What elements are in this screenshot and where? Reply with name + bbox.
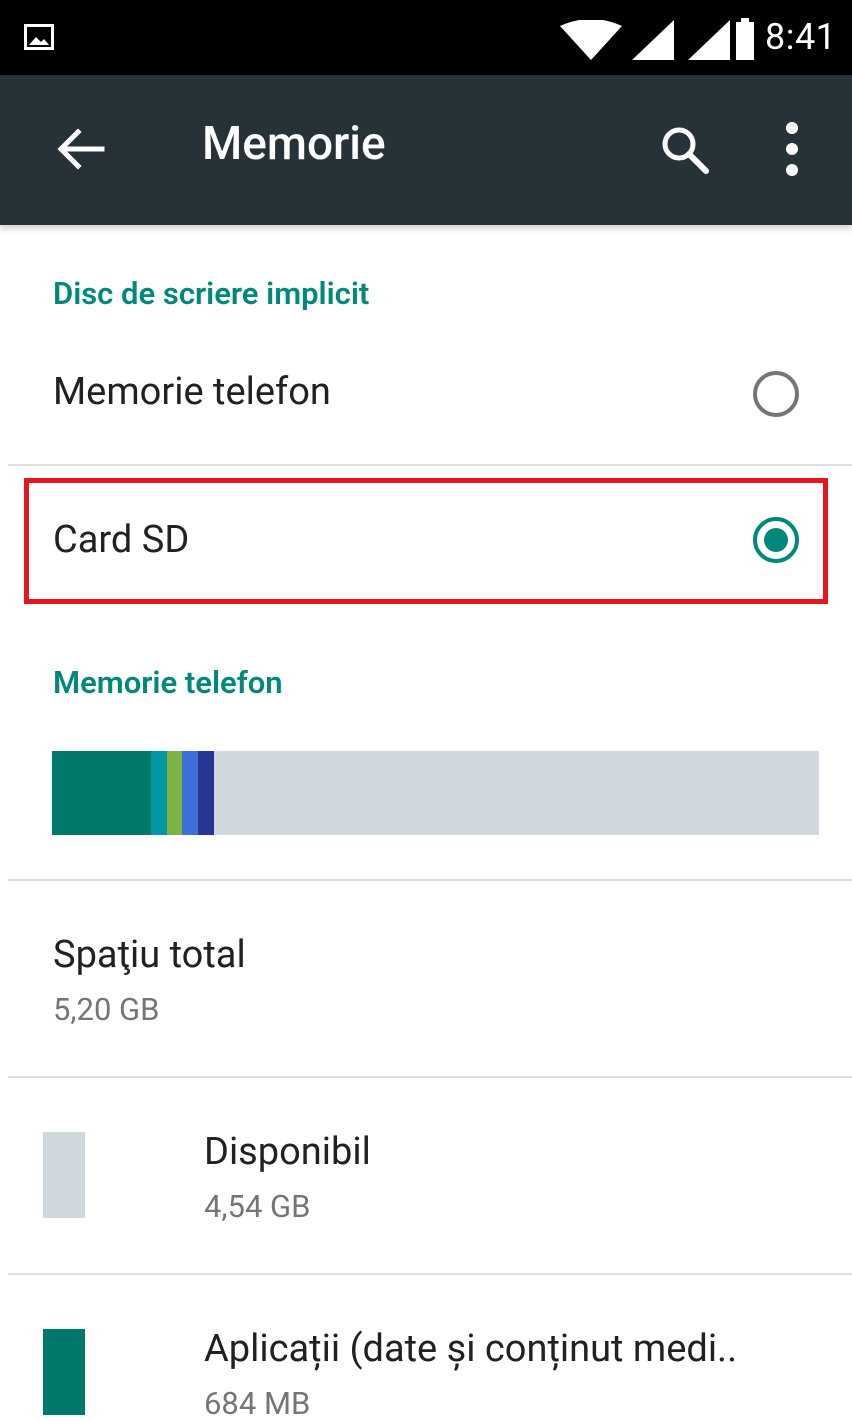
- search-icon[interactable]: [660, 125, 710, 175]
- radio-checked-icon[interactable]: [752, 516, 800, 564]
- more-vert-icon[interactable]: [784, 121, 800, 177]
- usage-segment: [52, 751, 152, 835]
- section-header-phone-memory: Memorie telefon: [53, 664, 283, 701]
- storage-item-label: Aplicații (date și conținut medi..: [204, 1327, 738, 1371]
- color-swatch: [43, 1132, 85, 1218]
- radio-unchecked-icon[interactable]: [752, 370, 800, 418]
- storage-item-available[interactable]: Disponibil 4,54 GB: [0, 1078, 852, 1273]
- status-bar: 8:41: [0, 0, 852, 75]
- storage-usage-bar: [52, 751, 819, 835]
- signal-icon: [632, 20, 674, 60]
- storage-item-apps[interactable]: Aplicații (date și conținut medi.. 684 M…: [0, 1275, 852, 1422]
- section-header-default-disk: Disc de scriere implicit: [53, 275, 370, 312]
- total-space-value: 5,20 GB: [53, 991, 160, 1028]
- option-phone-memory[interactable]: Memorie telefon: [0, 330, 852, 464]
- signal-icon: [688, 20, 730, 60]
- usage-segment: [151, 751, 168, 835]
- color-swatch: [43, 1329, 85, 1415]
- total-space-item[interactable]: Spaţiu total 5,20 GB: [0, 881, 852, 1076]
- total-space-label: Spaţiu total: [53, 933, 246, 977]
- storage-item-value: 4,54 GB: [204, 1188, 311, 1225]
- option-label: Memorie telefon: [53, 370, 331, 414]
- option-label: Card SD: [53, 518, 190, 562]
- usage-segment: [167, 751, 183, 835]
- back-arrow-icon[interactable]: [54, 123, 106, 175]
- page-title: Memorie: [202, 117, 386, 171]
- image-notification-icon: [24, 24, 54, 50]
- battery-icon: [736, 18, 754, 60]
- wifi-icon: [560, 20, 622, 60]
- storage-item-value: 684 MB: [204, 1385, 311, 1422]
- usage-segment: [198, 751, 215, 835]
- app-toolbar: Memorie: [0, 75, 852, 225]
- storage-item-label: Disponibil: [204, 1130, 371, 1174]
- status-time: 8:41: [765, 16, 837, 58]
- usage-segment: [182, 751, 199, 835]
- option-sd-card[interactable]: Card SD: [0, 466, 852, 616]
